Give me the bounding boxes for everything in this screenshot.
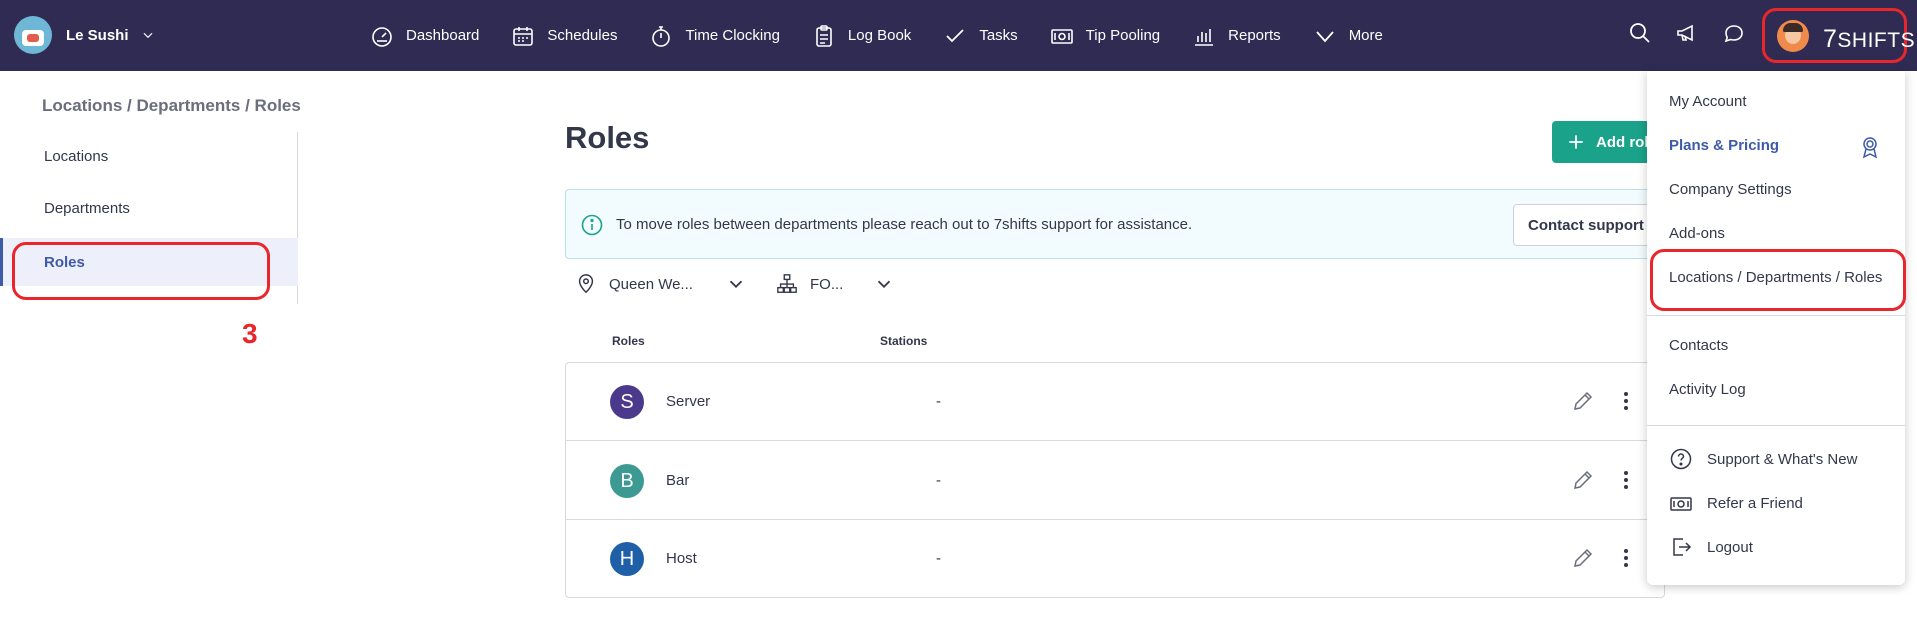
more-vertical-icon[interactable] — [1614, 468, 1638, 492]
logout-icon — [1673, 538, 1692, 556]
nav-label: Time Clocking — [685, 27, 780, 44]
roles-table: S Server - B Bar - H Host - — [565, 362, 1666, 598]
location-filter[interactable]: Queen We... — [575, 268, 747, 300]
company-name: Le Sushi — [66, 26, 129, 44]
role-station: - — [936, 550, 941, 567]
announcements-button[interactable] — [1675, 0, 1699, 71]
nav-tip-pooling[interactable]: Tip Pooling — [1050, 24, 1161, 48]
annotation-highlight-roles — [12, 242, 270, 300]
more-vertical-icon[interactable] — [1614, 546, 1638, 570]
role-avatar: S — [610, 385, 644, 419]
calendar-icon — [513, 26, 534, 46]
menu-item-plans-pricing[interactable]: Plans & Pricing — [1669, 137, 1779, 154]
add-role-button[interactable]: Add role — [1552, 121, 1662, 163]
company-switcher[interactable]: Le Sushi — [14, 16, 155, 54]
more-vertical-icon[interactable] — [1614, 389, 1638, 413]
role-avatar: B — [610, 464, 644, 498]
nav-label: Schedules — [547, 27, 618, 44]
breadcrumb: Locations / Departments / Roles — [42, 96, 301, 115]
cash-icon — [1050, 28, 1073, 44]
role-name: Bar — [666, 472, 690, 489]
chevron-down-icon — [878, 280, 891, 289]
top-navigation-bar: Le Sushi Dashboard Schedules Time Clocki… — [0, 0, 1917, 71]
nav-label: Tasks — [979, 27, 1018, 44]
nav-label: Reports — [1228, 27, 1281, 44]
7shifts-logo: 7SHIFTS — [1823, 25, 1916, 53]
check-icon — [946, 28, 964, 42]
chevron-down-icon — [729, 280, 743, 289]
menu-item-contacts[interactable]: Contacts — [1669, 337, 1728, 354]
column-header-stations: Stations — [880, 334, 928, 348]
role-station: - — [936, 393, 941, 410]
pencil-icon[interactable] — [1571, 389, 1595, 413]
menu-item-label: Logout — [1707, 538, 1753, 556]
nav-label: Dashboard — [406, 27, 480, 44]
nav-label: Tip Pooling — [1085, 27, 1161, 44]
megaphone-icon — [1677, 24, 1693, 42]
info-banner: To move roles between departments please… — [565, 189, 1665, 259]
menu-item-add-ons[interactable]: Add-ons — [1669, 225, 1725, 242]
department-filter-value: FO... — [810, 275, 844, 293]
menu-item-refer-friend[interactable]: Refer a Friend — [1669, 491, 1803, 515]
question-circle-icon — [1670, 448, 1692, 470]
info-message: To move roles between departments please… — [616, 216, 1193, 233]
menu-divider — [1647, 425, 1905, 426]
stopwatch-icon — [652, 25, 671, 47]
chevron-down-icon — [1316, 30, 1334, 42]
nav-time-clocking[interactable]: Time Clocking — [649, 24, 780, 48]
location-pin-icon — [578, 274, 594, 294]
gauge-icon — [372, 26, 392, 47]
nav-dashboard[interactable]: Dashboard — [370, 24, 479, 48]
messages-button[interactable] — [1722, 0, 1746, 71]
pencil-icon[interactable] — [1571, 468, 1595, 492]
company-logo — [14, 16, 52, 54]
nav-more[interactable]: More — [1313, 24, 1383, 48]
role-name: Host — [666, 550, 697, 567]
chevron-down-icon — [143, 32, 153, 39]
org-chart-icon — [777, 274, 797, 293]
nav-label: More — [1348, 27, 1383, 44]
plus-icon — [1569, 135, 1583, 149]
sidebar-item-departments[interactable]: Departments — [0, 184, 298, 232]
contact-support-button[interactable]: Contact support — [1513, 204, 1663, 246]
pencil-icon[interactable] — [1571, 546, 1595, 570]
role-avatar: H — [610, 542, 644, 576]
nav-reports[interactable]: Reports — [1192, 24, 1281, 48]
menu-item-my-account[interactable]: My Account — [1669, 93, 1747, 110]
menu-item-label: Support & What's New — [1707, 450, 1858, 468]
department-filter[interactable]: FO... — [776, 268, 895, 300]
award-ribbon-icon — [1862, 137, 1878, 159]
table-row[interactable]: B Bar - — [566, 442, 1666, 520]
annotation-highlight-locations — [1650, 249, 1906, 311]
location-filter-value: Queen We... — [609, 275, 693, 293]
table-row[interactable]: H Host - — [566, 520, 1666, 598]
user-avatar — [1777, 20, 1809, 52]
search-button[interactable] — [1628, 0, 1652, 71]
page-title: Roles — [565, 120, 650, 155]
role-station: - — [936, 472, 941, 489]
nav-log-book[interactable]: Log Book — [812, 24, 911, 48]
annotation-number-3: 3 — [242, 318, 258, 349]
user-menu-button[interactable]: 7SHIFTS — [1762, 8, 1915, 63]
menu-item-activity-log[interactable]: Activity Log — [1669, 381, 1746, 398]
info-icon — [581, 214, 603, 236]
bar-chart-icon — [1195, 28, 1214, 46]
nav-label: Log Book — [847, 27, 912, 44]
main-nav: Dashboard Schedules Time Clocking Log Bo… — [370, 0, 1415, 71]
menu-item-company-settings[interactable]: Company Settings — [1669, 181, 1792, 198]
menu-divider — [1647, 315, 1905, 316]
role-name: Server — [666, 393, 711, 410]
nav-schedules[interactable]: Schedules — [511, 24, 617, 48]
search-icon — [1630, 23, 1650, 43]
menu-item-logout[interactable]: Logout — [1669, 535, 1753, 559]
table-row[interactable]: S Server - — [566, 363, 1666, 441]
menu-item-support[interactable]: Support & What's New — [1669, 447, 1857, 471]
chat-bubble-icon — [1724, 25, 1743, 43]
sidebar-item-locations[interactable]: Locations — [0, 132, 298, 180]
cash-icon — [1670, 497, 1692, 511]
nav-tasks[interactable]: Tasks — [943, 24, 1018, 48]
menu-item-label: Refer a Friend — [1707, 494, 1803, 512]
clipboard-icon — [816, 24, 832, 47]
column-header-roles: Roles — [612, 334, 645, 348]
